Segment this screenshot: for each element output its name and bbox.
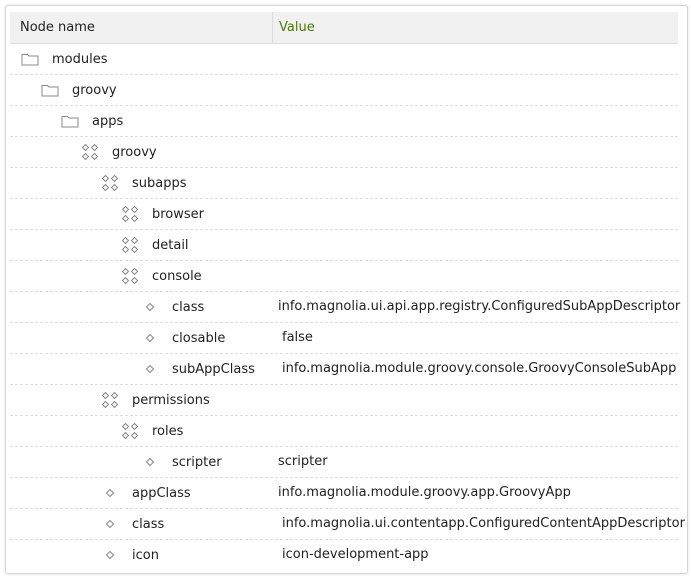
node-value: icon-development-app bbox=[282, 547, 429, 562]
node-name-cell: scripter bbox=[140, 447, 222, 477]
node-name-cell: class bbox=[100, 509, 164, 539]
node-value: info.magnolia.module.groovy.app.GroovyAp… bbox=[278, 485, 571, 500]
node-name-cell: console bbox=[120, 261, 202, 291]
content-node-icon bbox=[120, 261, 140, 291]
content-node-icon bbox=[120, 230, 140, 260]
tree-rows: modules groovy apps groovy subapps browser det… bbox=[10, 44, 685, 570]
node-name-label: icon bbox=[132, 547, 159, 563]
tree-row[interactable]: class info.magnolia.ui.contentapp.Configu… bbox=[10, 509, 685, 540]
node-name-label: apps bbox=[92, 113, 124, 129]
tree-row[interactable]: subapps bbox=[10, 168, 678, 199]
content-node-icon bbox=[120, 416, 140, 446]
node-name-cell: groovy bbox=[80, 137, 157, 167]
tree-row[interactable]: class info.magnolia.ui.api.app.registry.C… bbox=[10, 292, 681, 323]
folder-icon bbox=[60, 106, 80, 136]
node-name-label: permissions bbox=[132, 392, 210, 408]
node-name-label: scripter bbox=[172, 454, 222, 470]
folder-icon bbox=[40, 75, 60, 105]
node-value: info.magnolia.ui.api.app.registry.Config… bbox=[278, 299, 681, 314]
node-value: info.magnolia.module.groovy.console.Groo… bbox=[282, 361, 677, 376]
tree-row[interactable]: icon icon-development-app bbox=[10, 540, 678, 570]
tree-row[interactable]: detail bbox=[10, 230, 678, 261]
tree-row[interactable]: permissions bbox=[10, 385, 678, 416]
node-name-cell: permissions bbox=[100, 385, 210, 415]
property-icon bbox=[140, 447, 160, 477]
node-name-label: console bbox=[152, 268, 202, 284]
content-node-icon bbox=[120, 199, 140, 229]
node-name-cell: appClass bbox=[100, 478, 191, 508]
node-value: false bbox=[282, 330, 313, 345]
property-icon bbox=[100, 540, 120, 570]
node-name-label: browser bbox=[152, 206, 205, 222]
property-icon bbox=[140, 354, 160, 384]
node-name-label: appClass bbox=[132, 485, 191, 501]
node-name-cell: class bbox=[140, 292, 204, 322]
node-name-cell: subapps bbox=[100, 168, 187, 198]
node-name-label: modules bbox=[52, 51, 108, 67]
node-name-cell: roles bbox=[120, 416, 183, 446]
column-divider[interactable] bbox=[272, 12, 273, 43]
node-name-label: roles bbox=[152, 423, 184, 439]
node-name-cell: closable bbox=[140, 323, 225, 353]
node-name-cell: groovy bbox=[40, 75, 117, 105]
tree-row[interactable]: console bbox=[10, 261, 678, 292]
content-node-icon bbox=[100, 168, 120, 198]
node-value: info.magnolia.ui.contentapp.ConfiguredCo… bbox=[282, 516, 685, 531]
tree-row[interactable]: closable false bbox=[10, 323, 678, 354]
node-name-label: closable bbox=[172, 330, 226, 346]
tree-row[interactable]: modules bbox=[10, 44, 678, 75]
column-header-value[interactable]: Value bbox=[279, 12, 315, 43]
node-name-label: groovy bbox=[72, 82, 117, 98]
tree-row[interactable]: groovy bbox=[10, 75, 678, 106]
content-node-icon bbox=[100, 385, 120, 415]
tree-row[interactable]: groovy bbox=[10, 137, 678, 168]
tree-row[interactable]: subAppClass info.magnolia.module.groovy.c… bbox=[10, 354, 678, 385]
column-header-node-name[interactable]: Node name bbox=[20, 12, 95, 43]
tree-row[interactable]: browser bbox=[10, 199, 678, 230]
node-name-cell: icon bbox=[100, 540, 159, 570]
tree-row[interactable]: roles bbox=[10, 416, 678, 447]
node-name-cell: detail bbox=[120, 230, 189, 260]
node-name-label: subapps bbox=[132, 175, 187, 191]
tree-row[interactable]: scripter scripter bbox=[10, 447, 678, 478]
node-name-cell: subAppClass bbox=[140, 354, 255, 384]
node-name-label: groovy bbox=[112, 144, 157, 160]
node-name-label: class bbox=[132, 516, 165, 532]
property-icon bbox=[140, 323, 160, 353]
node-name-cell: apps bbox=[60, 106, 123, 136]
tree-row[interactable]: apps bbox=[10, 106, 678, 137]
content-node-icon bbox=[80, 137, 100, 167]
property-icon bbox=[100, 478, 120, 508]
table-header: Node name Value bbox=[10, 12, 678, 44]
node-name-label: subAppClass bbox=[172, 361, 255, 377]
property-icon bbox=[140, 292, 160, 322]
tree-row[interactable]: appClass info.magnolia.module.groovy.app.… bbox=[10, 478, 678, 509]
node-name-label: detail bbox=[152, 237, 189, 253]
node-name-cell: modules bbox=[20, 44, 108, 74]
node-name-label: class bbox=[172, 299, 205, 315]
folder-icon bbox=[20, 44, 40, 74]
node-value: scripter bbox=[278, 454, 328, 469]
property-icon bbox=[100, 509, 120, 539]
node-name-cell: browser bbox=[120, 199, 204, 229]
